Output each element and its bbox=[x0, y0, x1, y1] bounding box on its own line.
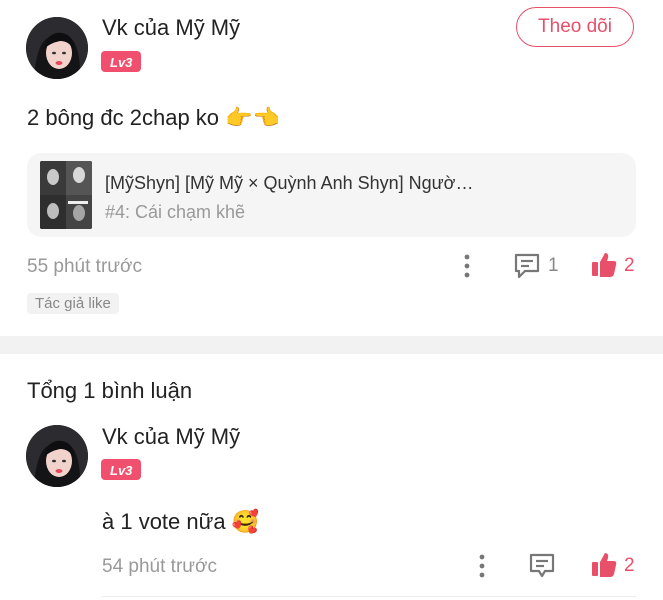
section-divider bbox=[0, 336, 663, 354]
post-text: 2 bông đc 2chap ko 👉👈 bbox=[27, 105, 280, 130]
story-chapter: #4: Cái chạm khẽ bbox=[105, 202, 246, 222]
author-liked-tag: Tác giả like bbox=[27, 293, 119, 314]
post-timestamp: 55 phút trước bbox=[27, 256, 142, 277]
post-comment-button[interactable]: 1 bbox=[513, 252, 565, 282]
more-vertical-icon bbox=[479, 554, 485, 578]
post-like-button[interactable]: 2 bbox=[590, 251, 640, 281]
comment-icon bbox=[514, 253, 540, 279]
post-author-avatar[interactable] bbox=[26, 17, 88, 79]
linked-story-card[interactable]: [MỹShyn] [Mỹ Mỹ × Quỳnh Anh Shyn] Ngườ… … bbox=[27, 153, 636, 237]
more-vertical-icon bbox=[464, 254, 470, 278]
comments-total-label: Tổng 1 bình luận bbox=[27, 378, 193, 403]
comment-more-options[interactable] bbox=[473, 553, 491, 579]
comment-timestamp: 54 phút trước bbox=[102, 556, 217, 577]
comment-author-avatar[interactable] bbox=[26, 425, 88, 487]
thumbs-up-icon bbox=[592, 253, 617, 277]
comment-reply-button[interactable] bbox=[528, 552, 558, 582]
comment-bottom-divider bbox=[102, 596, 636, 597]
post-author-level-badge: Lv3 bbox=[101, 51, 142, 72]
follow-button[interactable]: Theo dõi bbox=[516, 7, 634, 47]
comment-like-count: 2 bbox=[624, 555, 635, 576]
story-title: [MỹShyn] [Mỹ Mỹ × Quỳnh Anh Shyn] Ngườ… bbox=[105, 173, 474, 193]
post-comment-count: 1 bbox=[548, 255, 559, 276]
thumbs-up-icon bbox=[592, 553, 617, 577]
comment-icon bbox=[529, 553, 555, 578]
comment-author-name[interactable]: Vk của Mỹ Mỹ bbox=[102, 424, 240, 450]
post-author-name[interactable]: Vk của Mỹ Mỹ bbox=[102, 15, 240, 41]
comment-like-button[interactable]: 2 bbox=[590, 551, 640, 581]
post-like-count: 2 bbox=[624, 255, 635, 276]
story-cover-thumbnail bbox=[40, 161, 92, 229]
post-more-options[interactable] bbox=[458, 253, 476, 279]
comment-text: à 1 vote nữa 🥰 bbox=[102, 509, 260, 534]
comment-author-level-badge: Lv3 bbox=[101, 459, 142, 480]
